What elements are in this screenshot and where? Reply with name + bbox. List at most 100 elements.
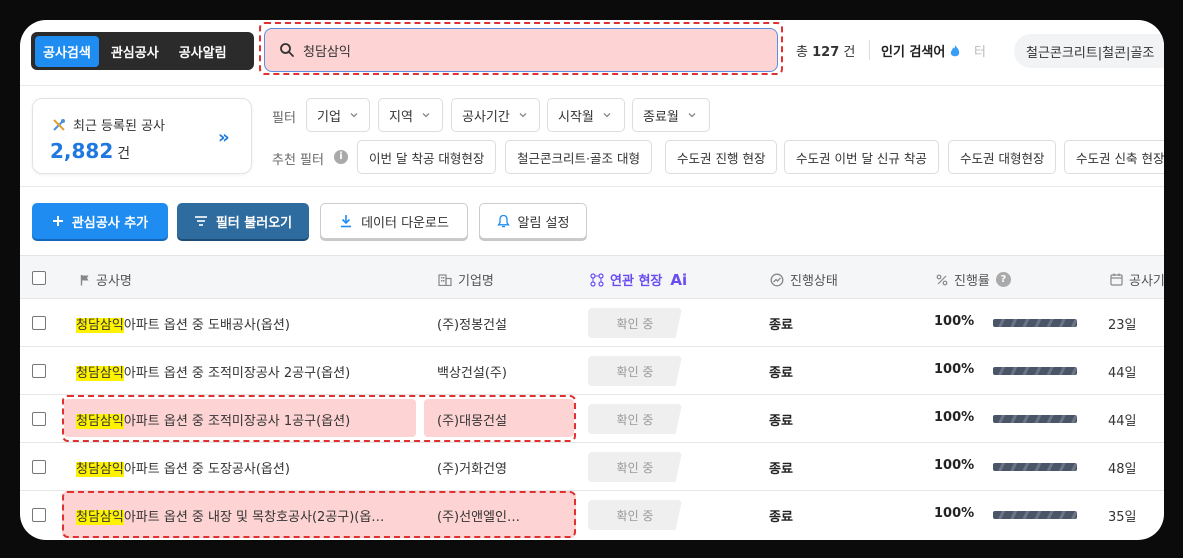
chevron-down-icon xyxy=(422,113,430,118)
info-icon[interactable]: i xyxy=(334,150,348,164)
rec-filter-chip[interactable]: 이번 달 착공 대형현장 xyxy=(357,140,497,174)
status-value: 종료 xyxy=(769,366,793,381)
chevron-down-icon xyxy=(688,113,696,118)
filter-start-month-dropdown[interactable]: 시작월 xyxy=(547,98,625,132)
load-filter-button[interactable]: 필터 불러오기 xyxy=(177,203,309,239)
result-count: 총 127 건 xyxy=(796,45,856,60)
popular-keyword-faded[interactable]: 터 xyxy=(974,41,986,60)
row-checkbox[interactable] xyxy=(32,316,46,330)
period-value: 35일 xyxy=(1108,510,1137,525)
popular-keyword-chip[interactable]: 철근콘크리트|철콘|골조 xyxy=(1014,34,1164,68)
col-related-ai[interactable]: 연관 현장 Ai xyxy=(590,270,687,289)
project-name[interactable]: 청담삼익아파트 옵션 중 도배공사(옵션) xyxy=(76,314,290,333)
percent-icon xyxy=(936,274,948,285)
rec-filter-chip[interactable]: 수도권 대형현장 xyxy=(948,140,1057,174)
col-company[interactable]: 기업명 xyxy=(438,270,494,289)
search-tabs: 공사검색 관심공사 공사알림 xyxy=(31,32,254,70)
progress-bar xyxy=(993,367,1077,375)
company-name[interactable]: (주)거화건영 xyxy=(437,458,507,477)
divider xyxy=(20,85,1164,86)
period-value: 48일 xyxy=(1108,462,1137,477)
divider xyxy=(20,186,1164,187)
related-site-badge: 확인 중 xyxy=(588,308,682,338)
progress-value: 100% xyxy=(934,506,975,521)
divider xyxy=(869,40,870,60)
recent-count: 2,882 건 xyxy=(50,139,131,163)
popular-keywords-label: 인기 검색어 xyxy=(881,41,961,60)
row-checkbox[interactable] xyxy=(32,460,46,474)
table-row[interactable]: 청담삼익아파트 옵션 중 도장공사(옵션) (주)거화건영 확인 중 종료 10… xyxy=(20,443,1164,491)
table-row[interactable]: 청담삼익아파트 옵션 중 조적미장공사 1공구(옵션) (주)대몽건설 확인 중… xyxy=(20,395,1164,443)
network-icon xyxy=(590,272,604,287)
row-checkbox[interactable] xyxy=(32,508,46,522)
search-input[interactable]: 청담삼익 xyxy=(264,28,778,72)
row-checkbox[interactable] xyxy=(32,364,46,378)
company-name[interactable]: (주)정봉건설 xyxy=(437,314,507,333)
filter-region-dropdown[interactable]: 지역 xyxy=(378,98,443,132)
tools-icon xyxy=(53,118,65,131)
col-progress[interactable]: 진행률 ? xyxy=(936,270,1011,289)
company-name[interactable]: (주)대몽건설 xyxy=(437,410,507,429)
alert-settings-button[interactable]: 알림 설정 xyxy=(479,203,587,239)
status-value: 종료 xyxy=(769,462,793,477)
period-value: 23일 xyxy=(1108,318,1137,333)
status-value: 종료 xyxy=(769,414,793,429)
table-row[interactable]: 청담삼익아파트 옵션 중 조적미장공사 2공구(옵션) 백상건설(주) 확인 중… xyxy=(20,347,1164,395)
fire-icon xyxy=(951,44,960,56)
chevron-down-icon xyxy=(519,113,527,118)
plus-icon xyxy=(52,216,63,226)
double-chevron-right-icon[interactable]: » xyxy=(218,127,230,148)
table-row[interactable]: 청담삼익아파트 옵션 중 내장 및 목창호공사(2공구)(옵… (주)선앤엘인…… xyxy=(20,491,1164,539)
chevron-down-icon xyxy=(603,113,611,118)
rec-filter-chip[interactable]: 수도권 진행 현장 xyxy=(665,140,778,174)
rec-filter-chip[interactable]: 수도권 신축 현장 xyxy=(1064,140,1164,174)
status-icon xyxy=(770,273,784,286)
related-site-badge: 확인 중 xyxy=(588,356,682,386)
company-name[interactable]: (주)선앤엘인… xyxy=(437,506,520,525)
tab-interest[interactable]: 관심공사 xyxy=(103,36,167,67)
data-download-button[interactable]: 데이터 다운로드 xyxy=(320,203,468,239)
progress-bar xyxy=(993,511,1077,519)
calendar-icon xyxy=(1110,273,1123,286)
add-interest-button[interactable]: 관심공사 추가 xyxy=(32,203,168,239)
project-name[interactable]: 청담삼익아파트 옵션 중 내장 및 목창호공사(2공구)(옵… xyxy=(76,506,416,525)
rec-filter-chip[interactable]: 수도권 이번 달 신규 착공 xyxy=(784,140,939,174)
project-name[interactable]: 청담삼익아파트 옵션 중 조적미장공사 1공구(옵션) xyxy=(76,410,350,429)
filter-company-dropdown[interactable]: 기업 xyxy=(306,98,370,132)
rec-filter-chip[interactable]: 철근콘크리트·골조 대형 xyxy=(505,140,652,174)
col-name[interactable]: 공사명 xyxy=(80,270,132,289)
period-value: 44일 xyxy=(1108,414,1137,429)
bell-icon xyxy=(496,214,510,228)
project-name[interactable]: 청담삼익아파트 옵션 중 조적미장공사 2공구(옵션) xyxy=(76,362,350,381)
building-icon xyxy=(438,274,452,286)
progress-value: 100% xyxy=(934,362,975,377)
recent-projects-card[interactable]: 최근 등록된 공사 2,882 건 » xyxy=(32,98,252,174)
help-icon[interactable]: ? xyxy=(995,272,1011,287)
select-all-checkbox[interactable] xyxy=(32,271,46,285)
status-value: 종료 xyxy=(769,510,793,525)
flag-icon xyxy=(80,274,89,285)
progress-value: 100% xyxy=(934,314,975,329)
table-row[interactable]: 청담삼익아파트 옵션 중 도배공사(옵션) (주)정봉건설 확인 중 종료 10… xyxy=(20,299,1164,347)
related-site-badge: 확인 중 xyxy=(588,452,682,482)
recent-label: 최근 등록된 공사 xyxy=(51,115,165,134)
related-site-badge: 확인 중 xyxy=(588,500,682,530)
status-value: 종료 xyxy=(769,318,793,333)
search-value: 청담삼익 xyxy=(303,44,351,60)
row-checkbox[interactable] xyxy=(32,412,46,426)
progress-bar xyxy=(993,463,1077,471)
filter-label: 필터 xyxy=(272,111,296,126)
project-name[interactable]: 청담삼익아파트 옵션 중 도장공사(옵션) xyxy=(76,458,290,477)
filter-icon xyxy=(194,216,207,226)
col-period[interactable]: 공사기 xyxy=(1110,270,1164,289)
col-status[interactable]: 진행상태 xyxy=(770,270,838,289)
table-header: 공사명 기업명 연관 현장 Ai 진행상태 진행률 ? 공사기 xyxy=(20,255,1164,299)
app-frame: 공사검색 관심공사 공사알림 청담삼익 총 127 건 인기 검색어 터 철근콘… xyxy=(20,20,1164,540)
tab-search[interactable]: 공사검색 xyxy=(35,35,99,67)
filter-end-month-dropdown[interactable]: 종료월 xyxy=(632,98,710,132)
company-name[interactable]: 백상건설(주) xyxy=(437,362,507,381)
filter-period-dropdown[interactable]: 공사기간 xyxy=(451,98,540,132)
download-icon xyxy=(341,215,352,228)
recommended-filter-label: 추천 필터 xyxy=(272,153,324,168)
tab-alert[interactable]: 공사알림 xyxy=(171,36,235,67)
